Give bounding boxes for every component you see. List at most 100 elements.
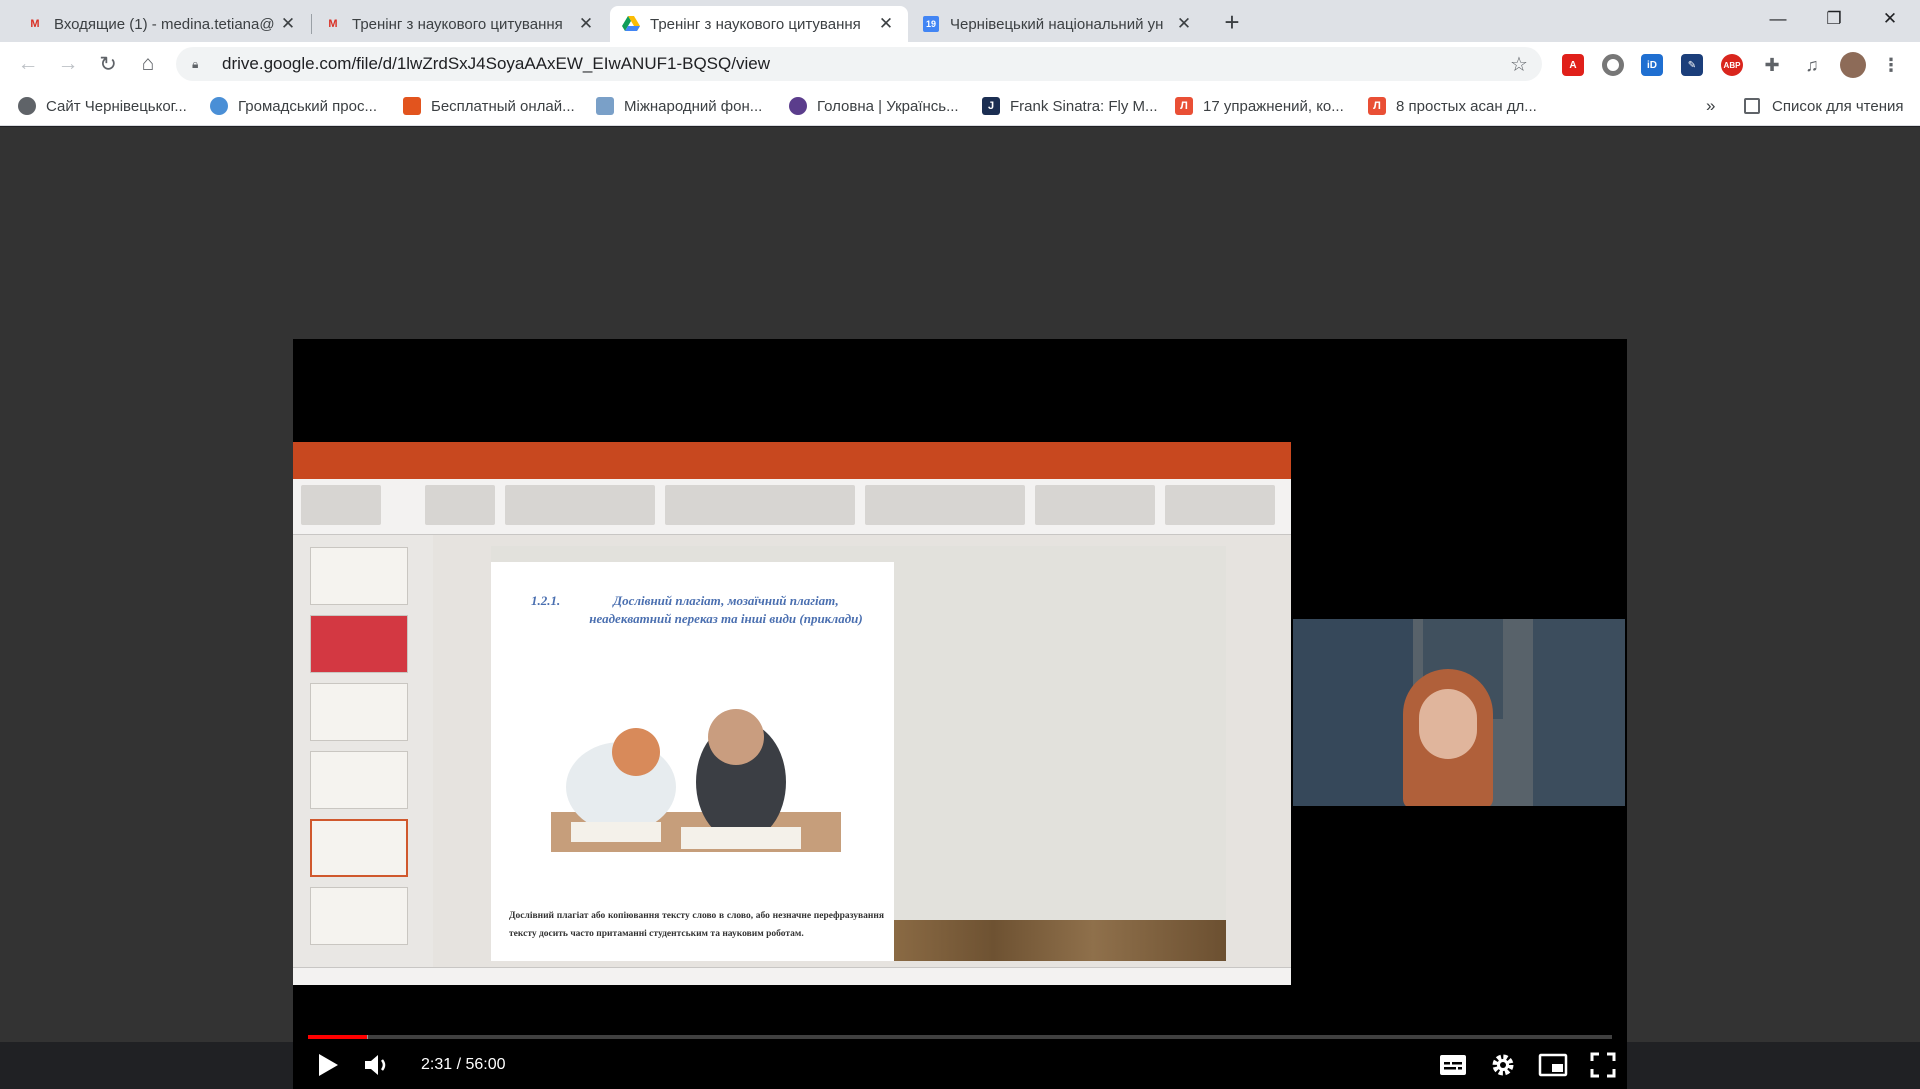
slide-thumbnail[interactable] — [310, 683, 408, 741]
bookmark-label: Громадський прос... — [238, 97, 377, 115]
tab-title: Тренінг з наукового цитування — [352, 15, 563, 33]
slide-thumbnail[interactable] — [310, 887, 408, 945]
browser-toolbar: ← → ↻ ⌂ 🔒︎ drive.google.com/file/d/1lwZr… — [0, 42, 1920, 86]
webcam-feed — [1293, 619, 1625, 806]
slide-thumbnail-selected[interactable] — [310, 819, 408, 877]
volume-button[interactable] — [359, 1047, 395, 1083]
gmail-icon: M — [328, 18, 338, 30]
heading-text: Дослівний плагіат, мозаїчний плагіат, не… — [589, 593, 863, 626]
bookmark-item[interactable]: Л 17 упражнений, ко... — [1175, 95, 1344, 117]
reading-list-button[interactable]: Список для чтения — [1744, 95, 1904, 117]
gear-icon — [1492, 1054, 1514, 1076]
site-icon — [596, 97, 614, 115]
adblock-icon[interactable]: ABP — [1721, 54, 1743, 76]
wood-floor-decoration — [894, 920, 1226, 961]
slide-thumbnails — [293, 535, 433, 967]
fullscreen-button[interactable] — [1585, 1047, 1621, 1083]
volume-icon — [365, 1055, 386, 1075]
bookmark-item[interactable]: Головна | Українсь... — [789, 95, 959, 117]
url-text[interactable]: drive.google.com/file/d/1lwZrdSxJ4SoyaAA… — [222, 54, 1504, 74]
bookmark-item[interactable]: Громадський прос... — [210, 95, 377, 117]
video-progress-bar[interactable] — [308, 1035, 1612, 1039]
media-icon[interactable]: ♫ — [1801, 54, 1823, 76]
tab-title: Входящие (1) - medina.tetiana@ — [54, 15, 275, 33]
ppt-ribbon — [293, 479, 1291, 535]
heading-number: 1.2.1. — [531, 593, 561, 608]
reload-icon[interactable]: ↻ — [94, 50, 122, 78]
tab-gmail-inbox[interactable]: M Входящие (1) - medina.tetiana@ ✕ — [14, 6, 310, 42]
bookmark-label: 8 простых асан дл... — [1396, 97, 1537, 115]
close-window-button[interactable]: ✕ — [1862, 0, 1918, 38]
slide-thumbnail[interactable] — [310, 751, 408, 809]
back-arrow-icon[interactable]: ← — [14, 50, 42, 78]
tab-title: Тренінг з наукового цитування — [650, 15, 861, 33]
bookmark-item[interactable]: Міжнародний фон... — [596, 95, 762, 117]
time-display: 2:31 / 56:00 — [421, 1056, 506, 1073]
miniplayer-button[interactable] — [1535, 1047, 1571, 1083]
calendar-icon: 19 — [922, 15, 940, 33]
minimize-button[interactable]: — — [1750, 0, 1806, 38]
site-icon — [210, 97, 228, 115]
reading-list-label: Список для чтения — [1772, 97, 1904, 115]
play-icon — [319, 1054, 338, 1076]
play-button[interactable] — [310, 1047, 346, 1083]
webcam-pane — [1291, 339, 1627, 1089]
bookmark-label: Frank Sinatra: Fly M... — [1010, 97, 1158, 115]
puzzle-icon[interactable]: ✚ — [1761, 54, 1783, 76]
site-icon: Л — [1175, 97, 1193, 115]
bookmark-star-icon[interactable]: ☆ — [1504, 52, 1534, 77]
close-tab-icon[interactable]: ✕ — [876, 14, 896, 34]
tab-title: Чернівецький національний ун — [950, 15, 1164, 33]
globe-icon — [18, 97, 36, 115]
site-icon — [403, 97, 421, 115]
dictionary-icon[interactable]: ✎ — [1681, 54, 1703, 76]
lock-icon: 🔒︎ — [192, 56, 199, 71]
slide-thumbnail[interactable] — [310, 547, 408, 605]
bookmark-item[interactable]: Л 8 простых асан дл... — [1368, 95, 1537, 117]
id-icon[interactable]: iD — [1641, 54, 1663, 76]
ppt-menu-bar — [293, 463, 1291, 479]
bookmarks-overflow-button[interactable]: » — [1706, 95, 1715, 117]
played-bar — [308, 1035, 367, 1039]
tab-chnu[interactable]: 19 Чернівецький національний ун ✕ — [910, 6, 1206, 42]
site-icon: J — [982, 97, 1000, 115]
home-icon[interactable]: ⌂ — [134, 50, 162, 78]
tab-drive-training[interactable]: Тренінг з наукового цитування ✕ — [610, 6, 908, 42]
profile-avatar[interactable] — [1840, 52, 1866, 78]
bookmark-item[interactable]: Сайт Чернівецьког... — [18, 95, 187, 117]
bookmark-label: Головна | Українсь... — [817, 97, 959, 115]
fullscreen-icon — [1590, 1052, 1616, 1078]
pdf-icon[interactable]: A — [1562, 54, 1584, 76]
bookmark-label: Бесплатный онлай... — [431, 97, 575, 115]
circle-icon[interactable] — [1602, 54, 1624, 76]
bookmark-item[interactable]: Бесплатный онлай... — [403, 95, 575, 117]
bookmark-label: 17 упражнений, ко... — [1203, 97, 1344, 115]
screen-share: 1.2.1. Дослівний плагіат, мозаїчний плаг… — [293, 442, 1291, 985]
slide-canvas: 1.2.1. Дослівний плагіат, мозаїчний плаг… — [491, 546, 1226, 961]
restore-button[interactable]: ❐ — [1806, 0, 1862, 38]
close-tab-icon[interactable]: ✕ — [1174, 14, 1194, 34]
slide-body-text: Дослівний плагіат або копіювання тексту … — [509, 911, 884, 939]
tab-gmail-training[interactable]: M Тренінг з наукового цитування ✕ — [312, 6, 608, 42]
video-player[interactable]: 1.2.1. Дослівний плагіат, мозаїчний плаг… — [293, 339, 1627, 1089]
forward-arrow-icon[interactable]: → — [54, 50, 82, 78]
google-drive-icon — [622, 15, 640, 33]
document-page: 1.2.1. Дослівний плагіат, мозаїчний плаг… — [491, 562, 894, 961]
close-tab-icon[interactable]: ✕ — [576, 14, 596, 34]
slide-thumbnail[interactable] — [310, 615, 408, 673]
address-bar[interactable]: 🔒︎ drive.google.com/file/d/1lwZrdSxJ4Soy… — [176, 47, 1542, 81]
ppt-title-bar — [293, 442, 1291, 463]
site-icon: Л — [1368, 97, 1386, 115]
new-tab-button[interactable]: + — [1217, 7, 1247, 37]
tab-strip: M Входящие (1) - medina.tetiana@ ✕ M Тре… — [0, 0, 1920, 42]
captions-icon — [1440, 1055, 1466, 1075]
menu-kebab-icon[interactable]: ⋮ — [1880, 54, 1902, 76]
ppt-status-bar — [293, 967, 1291, 985]
close-tab-icon[interactable]: ✕ — [278, 14, 298, 34]
bookmarks-bar: Сайт Чернівецьког... Громадський прос...… — [0, 86, 1920, 126]
site-icon — [789, 97, 807, 115]
bookmark-item[interactable]: J Frank Sinatra: Fly M... — [982, 95, 1158, 117]
captions-button[interactable] — [1435, 1047, 1471, 1083]
miniplayer-icon — [1538, 1053, 1568, 1077]
settings-button[interactable] — [1485, 1047, 1521, 1083]
